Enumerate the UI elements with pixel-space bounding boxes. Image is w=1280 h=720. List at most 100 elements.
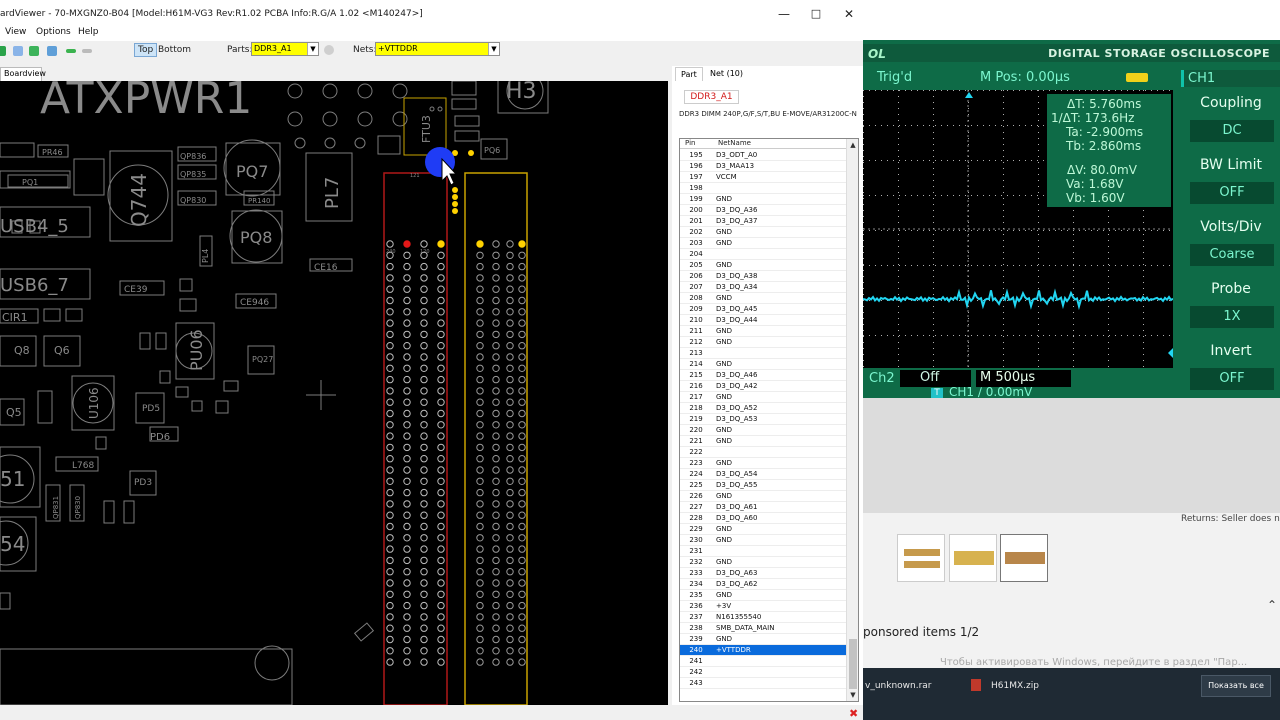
bottom-side-button[interactable]: Bottom [158, 45, 191, 55]
menu-options[interactable]: Options [36, 27, 71, 37]
dimm-pin[interactable] [386, 613, 394, 621]
dimm-pin[interactable] [492, 556, 500, 565]
dimm-pin[interactable] [506, 398, 514, 406]
dimm-pin[interactable] [506, 635, 514, 644]
dimm-pin[interactable] [403, 635, 411, 644]
dimm-pin[interactable] [492, 342, 500, 350]
dimm-pin[interactable] [403, 308, 411, 316]
dimm-pin[interactable] [492, 545, 500, 553]
dimm-pins[interactable] [386, 150, 526, 666]
dimm-pin[interactable] [506, 251, 514, 260]
dimm-pin[interactable] [506, 308, 514, 316]
dimm-pin[interactable] [386, 455, 394, 463]
dimm-pin[interactable] [420, 285, 428, 293]
dimm-pin[interactable] [386, 534, 394, 542]
dimm-pin[interactable] [506, 296, 514, 305]
pin-table-row[interactable]: 236 +3V [680, 601, 846, 612]
dimm-pin[interactable] [492, 308, 500, 316]
dimm-pin[interactable] [518, 488, 526, 497]
dimm-pin[interactable] [476, 511, 484, 519]
dimm-pin[interactable] [518, 477, 526, 485]
dimm-pin[interactable] [506, 647, 514, 655]
dimm-pin[interactable] [518, 658, 526, 666]
dimm-pin[interactable] [420, 364, 428, 372]
dimm-pin[interactable] [476, 274, 484, 282]
dimm-pin[interactable] [420, 658, 428, 666]
dimm-pin[interactable] [403, 432, 411, 440]
dimm-pin[interactable] [476, 342, 484, 350]
pin-table-row[interactable]: 203 GND [680, 238, 846, 249]
dimm-pin[interactable] [518, 568, 526, 576]
dimm-pin[interactable] [476, 545, 484, 553]
dimm-pin[interactable] [476, 658, 484, 666]
menu-coupling[interactable]: Coupling DC [1182, 90, 1280, 148]
dimm-pin[interactable] [476, 364, 484, 372]
dimm-pin[interactable] [420, 296, 428, 305]
dimm-pin[interactable] [476, 568, 484, 576]
dimm-pin[interactable] [420, 568, 428, 576]
dimm-pin[interactable] [506, 511, 514, 519]
pin-table-row[interactable]: 214 GND [680, 359, 846, 370]
dimm-pin[interactable] [506, 500, 514, 508]
dimm-pin[interactable] [476, 601, 484, 610]
pin-table-row[interactable]: 221 GND [680, 436, 846, 447]
dimm-pin[interactable] [386, 319, 394, 327]
dimm-pin[interactable] [518, 375, 526, 384]
dimm-pin[interactable] [492, 534, 500, 542]
pin-table-row[interactable]: 196 D3_MAA13 [680, 161, 846, 172]
pin-table-row[interactable]: 222 [680, 447, 846, 458]
dimm-pin[interactable] [518, 285, 526, 293]
dimm-pin[interactable] [506, 262, 514, 271]
dimm-pin[interactable] [518, 522, 526, 531]
dimm-pin[interactable] [403, 455, 411, 463]
dimm-pin[interactable] [476, 613, 484, 621]
dimm-pin[interactable] [420, 274, 428, 282]
dimm-pin[interactable] [518, 364, 526, 372]
find-icon[interactable] [324, 45, 334, 55]
pin-table-row[interactable]: 228 D3_DQ_A60 [680, 513, 846, 524]
dimm-pin[interactable] [386, 342, 394, 350]
dimm-pin[interactable] [476, 319, 484, 327]
dimm-pin[interactable] [492, 353, 500, 361]
dimm-pin[interactable] [476, 522, 484, 531]
pin-table-row[interactable]: 208 GND [680, 293, 846, 304]
dimm-pin[interactable] [386, 579, 394, 587]
dimm-pin[interactable] [492, 601, 500, 610]
dimm-pin[interactable] [403, 624, 411, 632]
dimm-pin[interactable] [386, 274, 394, 282]
pin-table-row[interactable]: 220 GND [680, 425, 846, 436]
pin-table-row[interactable]: 195 D3_ODT_A0 [680, 150, 846, 161]
dimm-pin[interactable] [437, 488, 445, 497]
product-thumbnail[interactable] [949, 534, 997, 582]
dimm-pin[interactable] [492, 398, 500, 406]
dimm-pin[interactable] [437, 409, 445, 418]
dimm-pin[interactable] [492, 274, 500, 282]
dimm-pin[interactable] [403, 262, 411, 271]
pin-table-row[interactable]: 224 D3_DQ_A54 [680, 469, 846, 480]
dimm-pin[interactable] [437, 240, 445, 248]
dimm-pin[interactable] [518, 500, 526, 508]
dimm-pin[interactable] [403, 296, 411, 305]
dimm-pin[interactable] [518, 545, 526, 553]
dimm-pin[interactable] [437, 330, 445, 339]
dimm-pin[interactable] [518, 308, 526, 316]
dimm-pin[interactable] [403, 466, 411, 474]
dimm-pin[interactable] [518, 590, 526, 598]
dimm-pin[interactable] [386, 590, 394, 598]
dimm-pin[interactable] [386, 466, 394, 474]
pin-table-row[interactable]: 243 [680, 678, 846, 689]
dimm-pin[interactable] [518, 601, 526, 610]
tab-part[interactable]: Part [675, 67, 703, 81]
dimm-pin[interactable] [386, 522, 394, 531]
dimm-pin[interactable] [492, 251, 500, 260]
pin-table-row[interactable]: 227 D3_DQ_A61 [680, 502, 846, 513]
dimm-pin[interactable] [420, 590, 428, 598]
dimm-pin[interactable] [437, 364, 445, 372]
dimm-pin[interactable] [386, 308, 394, 316]
dimm-pin[interactable] [403, 500, 411, 508]
dimm-pin[interactable] [476, 466, 484, 474]
dimm-pin[interactable] [403, 568, 411, 576]
dimm-pin[interactable] [420, 624, 428, 632]
dimm-pin[interactable] [506, 240, 514, 248]
dimm-pin[interactable] [420, 387, 428, 395]
